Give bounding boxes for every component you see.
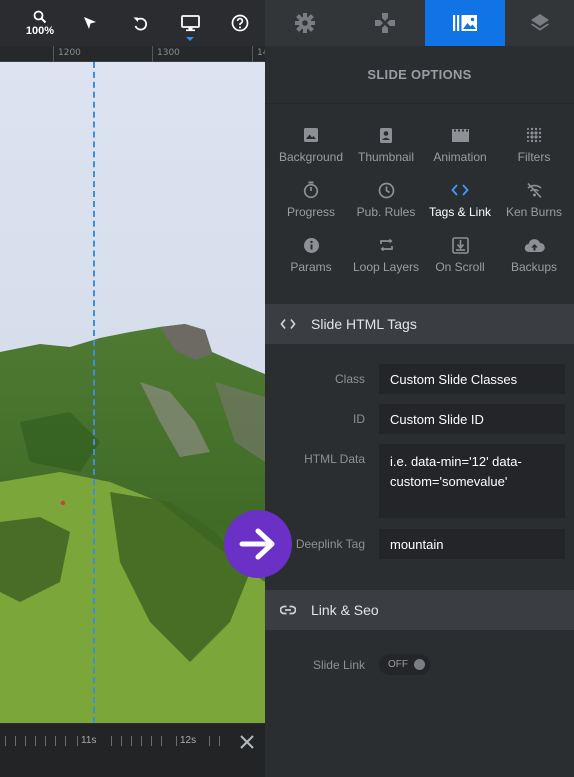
clock-icon [378,182,394,198]
section-header-html-tags[interactable]: Slide HTML Tags [265,304,574,344]
active-device-caret [186,37,194,41]
option-params[interactable]: Params [271,234,351,286]
image-icon [304,128,318,142]
deeplink-label: Deeplink Tag [295,537,365,551]
signal-off-icon [526,182,542,198]
canvas-area: 100% 1200 1300 14 [0,0,265,777]
cloud-upload-icon [524,238,545,252]
section-header-link-seo[interactable]: Link & Seo [265,590,574,630]
gamepad-icon [375,13,395,33]
panel-title: SLIDE OPTIONS [265,46,574,104]
option-backups[interactable]: Backups [494,234,574,286]
option-label: Params [290,260,332,274]
toggle-knob [414,659,425,670]
ruler-label: 1300 [157,48,180,58]
timeline-label: 12s [180,735,197,746]
option-tags-link[interactable]: Tags & Link [420,179,500,231]
option-label: Backups [510,260,558,274]
undo-button[interactable] [118,0,162,46]
horizontal-ruler: 1200 1300 14 [0,46,265,62]
blur-icon [526,127,542,143]
editor-toolbar: 100% [0,0,265,46]
pointer-icon [84,17,96,29]
option-pub-rules[interactable]: Pub. Rules [346,179,426,231]
id-input[interactable]: Custom Slide ID [379,404,565,434]
slide-options-icon [453,15,477,31]
class-label: Class [334,372,365,386]
select-tool-button[interactable] [68,0,112,46]
vertical-guide-line[interactable] [93,62,95,723]
arrow-right-icon [239,528,275,560]
option-animation[interactable]: Animation [420,124,500,176]
zoom-button[interactable]: 100% [18,0,62,46]
info-icon [303,237,319,253]
code-icon [451,184,469,196]
repeat-icon [379,238,393,252]
option-background[interactable]: Background [271,124,351,176]
html-data-label: HTML Data [304,452,365,466]
section-title: Link & Seo [311,602,379,618]
option-label: Animation [433,150,487,164]
option-thumbnail[interactable]: Thumbnail [346,124,426,176]
settings-panel: SLIDE OPTIONS Background Thumbnail Anima… [265,0,574,777]
id-label: ID [353,412,365,426]
option-loop-layers[interactable]: Loop Layers [346,234,426,286]
tab-layers[interactable] [505,0,574,46]
mountain-background-image [0,62,265,723]
option-label: On Scroll [435,260,485,274]
link-icon [280,605,296,615]
class-input[interactable]: Custom Slide Classes [379,364,565,394]
portrait-icon [380,127,392,143]
option-label: Tags & Link [428,205,492,219]
tab-slide-options[interactable] [425,0,505,46]
html-data-textarea[interactable]: i.e. data-min='12' data-custom='somevalu… [379,444,565,518]
panel-tabs [265,0,574,46]
undo-icon [133,17,147,30]
slide-link-label: Slide Link [312,658,365,672]
zoom-level: 100% [25,24,55,37]
help-icon [231,14,249,32]
option-label: Background [278,150,344,164]
option-ken-burns[interactable]: Ken Burns [494,179,574,231]
code-icon [280,318,296,330]
option-on-scroll[interactable]: On Scroll [420,234,500,286]
download-icon [451,236,469,254]
layers-icon [530,14,549,31]
gear-icon [295,13,315,33]
option-filters[interactable]: Filters [494,124,574,176]
option-label: Ken Burns [505,205,563,219]
tab-settings[interactable] [265,0,345,46]
option-label: Progress [286,205,336,219]
help-button[interactable] [218,0,262,46]
tab-navigation[interactable] [345,0,425,46]
film-icon [451,128,469,142]
option-progress[interactable]: Progress [271,179,351,231]
ruler-label: 1200 [58,48,81,58]
timeline-bar: 11s 12s [0,723,265,777]
slider-editor: 100% 1200 1300 14 [0,0,574,777]
option-label: Pub. Rules [356,205,416,219]
close-icon[interactable] [238,733,256,751]
slide-link-toggle[interactable]: OFF [379,654,430,675]
timer-icon [303,181,319,199]
slide-canvas[interactable] [0,62,265,723]
monitor-icon [180,14,200,31]
device-desktop-button[interactable] [168,0,212,46]
arrow-right-badge [224,510,292,578]
zoom-icon [33,10,47,23]
deeplink-input[interactable]: mountain [379,529,565,559]
section-title: Slide HTML Tags [311,316,417,332]
timeline-label: 11s [81,735,97,746]
toggle-state-text: OFF [388,659,408,670]
ruler-label: 14 [257,48,265,58]
option-label: Filters [517,150,551,164]
option-label: Loop Layers [352,260,420,274]
option-label: Thumbnail [357,150,415,164]
